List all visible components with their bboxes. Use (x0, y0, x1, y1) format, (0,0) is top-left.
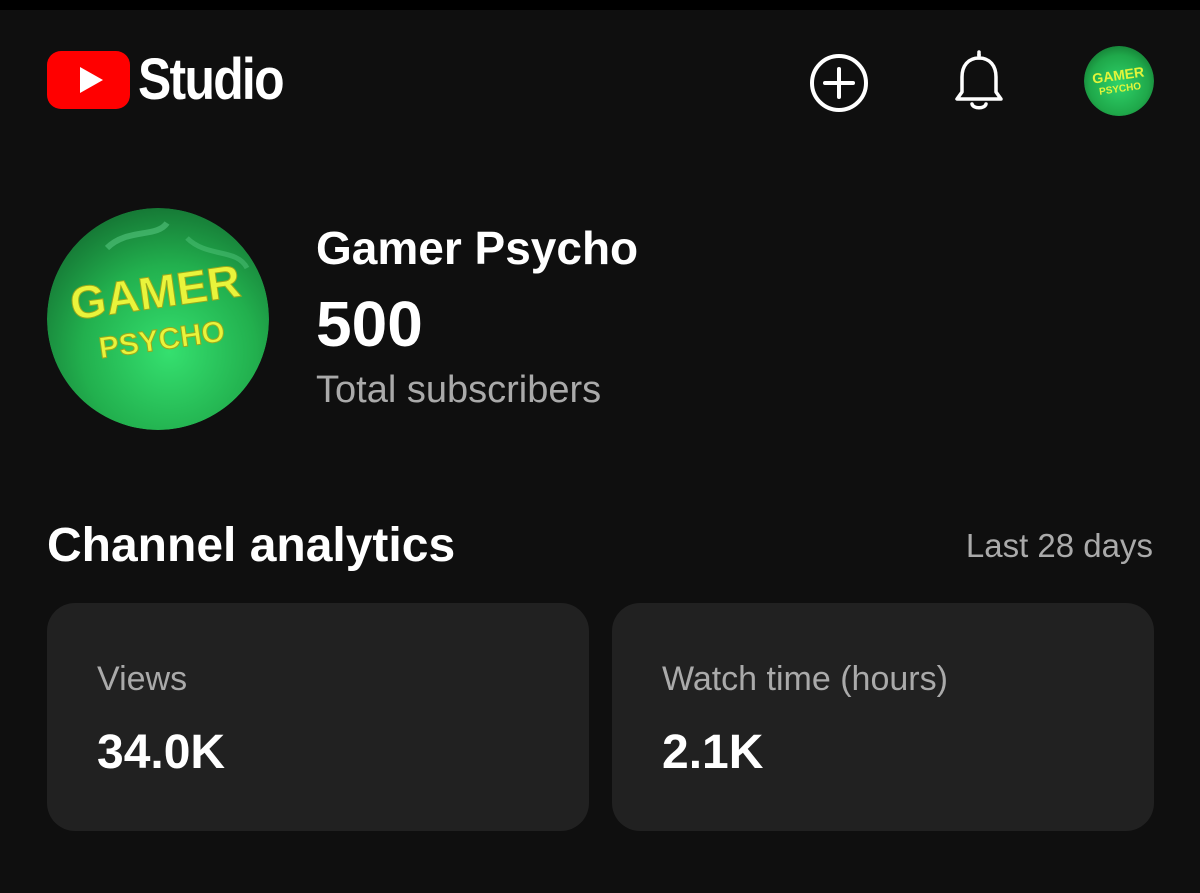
analytics-date-range: Last 28 days (965, 527, 1153, 564)
channel-avatar: GAMER PSYCHO (1084, 46, 1154, 116)
channel-avatar: GAMER PSYCHO (47, 208, 269, 430)
channel-info: Gamer Psycho 500 Total subscribers (316, 218, 638, 414)
bell-icon (955, 50, 1003, 110)
subscriber-label: Total subscribers (316, 369, 602, 411)
youtube-play-icon (47, 51, 130, 109)
account-avatar[interactable]: GAMER PSYCHO (1084, 46, 1154, 116)
watch-time-card[interactable]: Watch time (hours) 2.1K (612, 603, 1154, 831)
app-header: Studio GAMER PSYCHO (0, 10, 1200, 150)
notifications-button[interactable] (946, 46, 1012, 118)
studio-logo[interactable]: Studio (47, 50, 306, 110)
analytics-header: Channel analytics Last 28 days (47, 512, 1153, 582)
channel-summary: GAMER PSYCHO Gamer Psycho 500 Total subs… (47, 208, 1153, 430)
create-button[interactable] (806, 50, 872, 116)
add-circle-icon (810, 54, 868, 112)
channel-avatar-large[interactable]: GAMER PSYCHO (47, 208, 269, 430)
channel-name: Gamer Psycho (316, 222, 639, 274)
views-card[interactable]: Views 34.0K (47, 603, 589, 831)
views-label: Views (97, 660, 188, 698)
studio-logo-text: Studio (138, 47, 285, 112)
watch-time-value: 2.1K (662, 726, 764, 779)
views-value: 34.0K (97, 726, 226, 779)
analytics-title: Channel analytics (47, 519, 456, 572)
watch-time-label: Watch time (hours) (662, 660, 948, 698)
status-strip (0, 0, 1200, 10)
subscriber-count: 500 (316, 288, 423, 360)
